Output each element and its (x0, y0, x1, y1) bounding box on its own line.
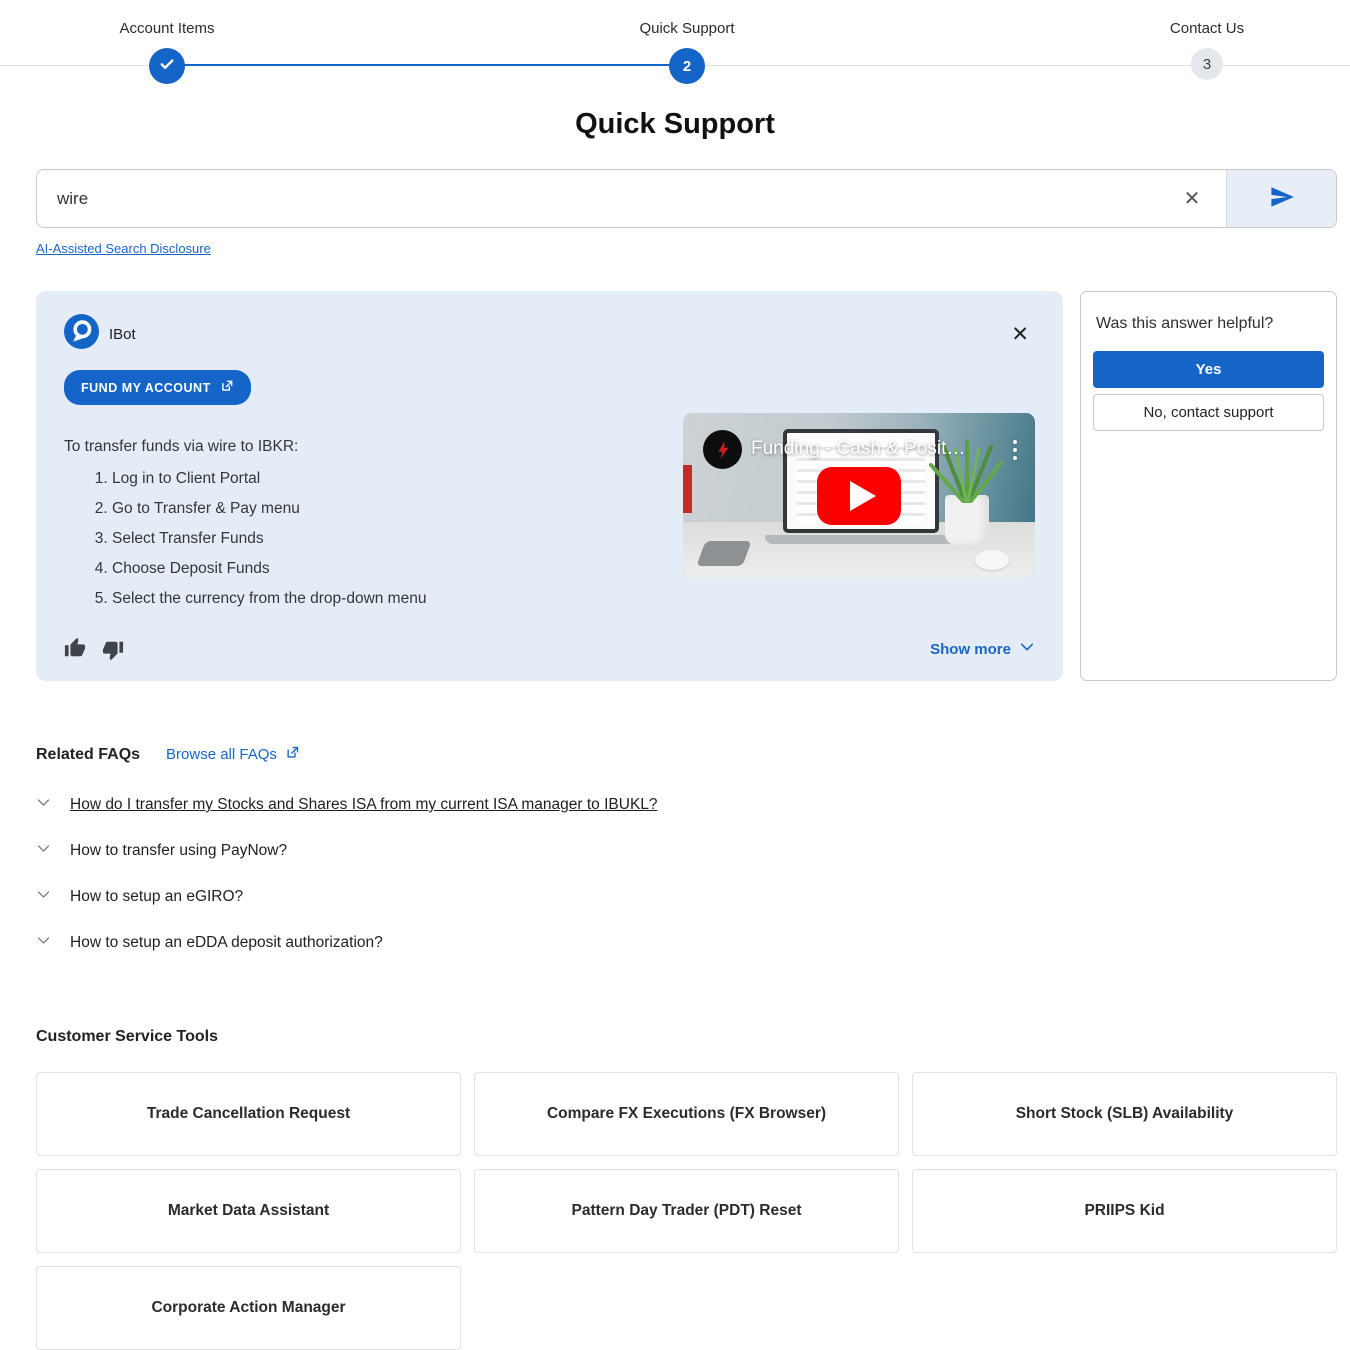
customer-service-tools-section: Customer Service Tools Trade Cancellatio… (36, 1028, 1337, 1350)
tool-pattern-day-trader-reset[interactable]: Pattern Day Trader (PDT) Reset (474, 1169, 899, 1253)
step-label: Account Items (57, 20, 277, 37)
ibot-header: IBot ✕ (64, 314, 1035, 354)
stepper: Account Items Quick Support 2 Contact Us… (0, 0, 1350, 92)
tool-market-data-assistant[interactable]: Market Data Assistant (36, 1169, 461, 1253)
external-link-icon (285, 745, 300, 764)
faq-list: How do I transfer my Stocks and Shares I… (36, 782, 1337, 966)
answer-step: Choose Deposit Funds (112, 554, 664, 584)
step-label: Quick Support (577, 20, 797, 37)
ai-search-disclosure-link[interactable]: AI-Assisted Search Disclosure (36, 241, 211, 256)
play-button[interactable] (817, 467, 901, 525)
tools-grid: Trade Cancellation Request Compare FX Ex… (36, 1072, 1337, 1350)
show-more-label: Show more (930, 641, 1011, 658)
faq-question: How to setup an eDDA deposit authorizati… (70, 934, 383, 952)
ibot-name-label: IBot (109, 326, 136, 343)
step-number: 2 (683, 58, 691, 75)
step-upcoming-circle[interactable]: 3 (1191, 48, 1223, 80)
ibot-answer-card: IBot ✕ FUND MY ACCOUNT To transfer funds… (36, 291, 1063, 681)
answer-step: Log in to Client Portal (112, 464, 664, 494)
answer-footer: Show more (64, 634, 1035, 664)
page-title: Quick Support (0, 108, 1350, 141)
feedback-yes-button[interactable]: Yes (1093, 351, 1324, 388)
answer-step: Go to Transfer & Pay menu (112, 494, 664, 524)
step-account-items[interactable]: Account Items (57, 20, 277, 84)
feedback-question: Was this answer helpful? (1096, 315, 1321, 333)
step-number: 3 (1203, 56, 1211, 73)
ibot-logo-icon (64, 314, 99, 354)
step-label: Contact Us (1097, 20, 1317, 37)
thumbs-up-icon[interactable] (64, 634, 86, 664)
check-icon (158, 55, 176, 77)
faq-section-title: Related FAQs (36, 746, 140, 764)
feedback-no-button[interactable]: No, contact support (1093, 394, 1324, 431)
browse-all-faqs-link[interactable]: Browse all FAQs (166, 745, 300, 764)
faq-question: How to setup an eGIRO? (70, 888, 243, 906)
answer-intro: To transfer funds via wire to IBKR: (64, 438, 664, 456)
step-contact-us[interactable]: Contact Us 3 (1097, 20, 1317, 80)
tool-short-stock-availability[interactable]: Short Stock (SLB) Availability (912, 1072, 1337, 1156)
feedback-thumbs (64, 634, 124, 664)
search-bar: ✕ (36, 169, 1337, 228)
step-active-circle[interactable]: 2 (669, 48, 705, 84)
faq-item[interactable]: How to transfer using PayNow? (36, 828, 1337, 874)
chevron-down-icon (36, 841, 51, 861)
channel-avatar (703, 430, 742, 469)
chevron-down-icon (36, 933, 51, 953)
tool-corporate-action-manager[interactable]: Corporate Action Manager (36, 1266, 461, 1350)
ibot-body: To transfer funds via wire to IBKR: Log … (64, 405, 1035, 614)
video-title: Funding - Cash & Posit… (751, 438, 989, 460)
faq-question: How to transfer using PayNow? (70, 842, 287, 860)
video-menu-kebab-icon[interactable] (1010, 437, 1020, 463)
tool-compare-fx-executions[interactable]: Compare FX Executions (FX Browser) (474, 1072, 899, 1156)
step-complete-circle[interactable] (149, 48, 185, 84)
chevron-down-icon (36, 887, 51, 907)
faq-question: How do I transfer my Stocks and Shares I… (70, 796, 658, 814)
faq-item[interactable]: How do I transfer my Stocks and Shares I… (36, 782, 1337, 828)
answer-step: Select the currency from the drop-down m… (112, 584, 664, 614)
main-content: IBot ✕ FUND MY ACCOUNT To transfer funds… (36, 291, 1337, 681)
related-faqs-section: Related FAQs Browse all FAQs How do I tr… (36, 745, 1337, 966)
video-phone (696, 541, 751, 566)
video-mouse (975, 550, 1009, 570)
faq-item[interactable]: How to setup an eDDA deposit authorizati… (36, 920, 1337, 966)
external-link-icon (220, 379, 234, 396)
browse-all-label: Browse all FAQs (166, 746, 277, 763)
fund-button-label: FUND MY ACCOUNT (81, 381, 211, 395)
chevron-down-icon (36, 795, 51, 815)
search-submit-button[interactable] (1226, 170, 1336, 227)
clear-search-button[interactable]: ✕ (1158, 170, 1226, 227)
tool-priips-kid[interactable]: PRIIPS Kid (912, 1169, 1337, 1253)
answer-feedback-panel: Was this answer helpful? Yes No, contact… (1080, 291, 1337, 681)
tool-trade-cancellation-request[interactable]: Trade Cancellation Request (36, 1072, 461, 1156)
thumbs-down-icon[interactable] (102, 639, 124, 664)
close-answer-button[interactable]: ✕ (1005, 322, 1035, 347)
video-thumbnail[interactable]: Funding - Cash & Posit… (683, 413, 1035, 578)
faq-header: Related FAQs Browse all FAQs (36, 745, 1337, 764)
send-icon (1269, 184, 1295, 213)
search-input[interactable] (37, 170, 1158, 227)
show-more-button[interactable]: Show more (930, 639, 1035, 659)
chevron-down-icon (1019, 639, 1035, 659)
answer-step: Select Transfer Funds (112, 524, 664, 554)
clear-icon: ✕ (1184, 186, 1201, 211)
faq-item[interactable]: How to setup an eGIRO? (36, 874, 1337, 920)
close-icon: ✕ (1011, 323, 1029, 346)
ibot-answer-text: To transfer funds via wire to IBKR: Log … (64, 405, 664, 614)
answer-step-list: Log in to Client Portal Go to Transfer &… (64, 464, 664, 614)
fund-my-account-button[interactable]: FUND MY ACCOUNT (64, 370, 251, 405)
step-quick-support[interactable]: Quick Support 2 (577, 20, 797, 84)
play-icon (850, 481, 876, 511)
tools-section-title: Customer Service Tools (36, 1028, 1337, 1046)
